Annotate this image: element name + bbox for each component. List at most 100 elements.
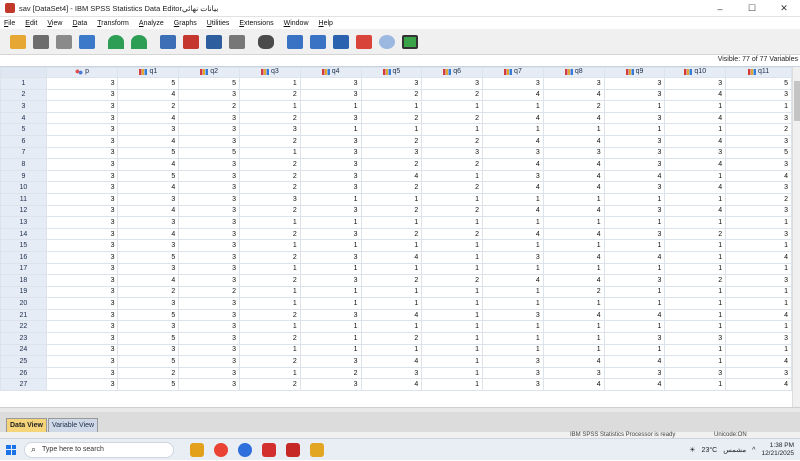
data-cell[interactable]: 4 xyxy=(482,227,544,241)
data-cell[interactable]: 4 xyxy=(542,274,605,287)
data-cell[interactable]: 3 xyxy=(421,77,484,90)
data-cell[interactable]: 4 xyxy=(542,158,605,171)
data-cell[interactable]: 4 xyxy=(603,378,666,392)
data-cell[interactable]: 2 xyxy=(239,169,301,183)
insert-variable-icon[interactable] xyxy=(308,32,328,52)
data-cell[interactable]: 2 xyxy=(725,123,792,136)
redo-icon[interactable] xyxy=(129,32,149,52)
data-cell[interactable]: 4 xyxy=(542,111,605,125)
data-cell[interactable]: 1 xyxy=(239,366,301,380)
goto-variable-icon[interactable] xyxy=(181,32,201,52)
data-cell[interactable]: 2 xyxy=(360,158,423,171)
data-cell[interactable]: 1 xyxy=(421,262,484,276)
run-descriptives-icon[interactable] xyxy=(227,32,247,52)
data-cell[interactable]: 4 xyxy=(542,355,605,368)
row-number[interactable]: 11 xyxy=(0,192,47,206)
data-cell[interactable]: 3 xyxy=(178,378,240,392)
column-header-q8[interactable]: q8 xyxy=(542,67,605,78)
data-cell[interactable]: 4 xyxy=(117,134,180,148)
data-cell[interactable]: 1 xyxy=(299,239,362,252)
data-cell[interactable]: 1 xyxy=(664,192,727,206)
data-cell[interactable]: 2 xyxy=(542,285,605,299)
data-cell[interactable]: 1 xyxy=(299,100,362,113)
data-cell[interactable]: 1 xyxy=(360,343,423,357)
data-cell[interactable]: 1 xyxy=(299,343,362,357)
data-cell[interactable]: 2 xyxy=(239,111,301,125)
data-cell[interactable]: 3 xyxy=(178,134,240,148)
data-cell[interactable]: 1 xyxy=(664,355,727,368)
data-cell[interactable]: 2 xyxy=(421,204,484,218)
open-folder-icon[interactable] xyxy=(8,32,28,52)
data-cell[interactable]: 2 xyxy=(239,227,301,241)
data-cell[interactable]: 3 xyxy=(45,320,119,334)
data-cell[interactable]: 1 xyxy=(542,320,605,334)
row-number[interactable]: 21 xyxy=(0,308,47,322)
data-cell[interactable]: 3 xyxy=(299,378,362,392)
data-cell[interactable]: 1 xyxy=(603,320,666,334)
data-cell[interactable]: 1 xyxy=(421,192,484,206)
data-cell[interactable]: 1 xyxy=(482,285,544,299)
data-cell[interactable]: 1 xyxy=(482,192,544,206)
data-cell[interactable]: 4 xyxy=(725,169,792,183)
data-cell[interactable]: 5 xyxy=(117,332,180,345)
data-cell[interactable]: 1 xyxy=(664,216,727,229)
data-cell[interactable]: 4 xyxy=(482,158,544,171)
data-cell[interactable]: 3 xyxy=(45,134,119,148)
data-cell[interactable]: 3 xyxy=(239,123,301,136)
chevron-up-icon[interactable]: ^ xyxy=(752,447,755,454)
data-cell[interactable]: 1 xyxy=(664,123,727,136)
data-cell[interactable]: 3 xyxy=(360,146,423,160)
data-cell[interactable]: 1 xyxy=(482,320,544,334)
menu-analyze[interactable]: Analyze xyxy=(139,20,164,27)
data-cell[interactable]: 3 xyxy=(45,308,119,322)
row-number[interactable]: 26 xyxy=(0,366,47,380)
chrome-icon[interactable] xyxy=(214,442,228,457)
data-cell[interactable]: 3 xyxy=(45,274,119,287)
data-cell[interactable]: 4 xyxy=(603,250,666,264)
data-cell[interactable]: 3 xyxy=(178,192,240,206)
row-number[interactable]: 5 xyxy=(0,123,47,136)
data-cell[interactable]: 3 xyxy=(178,355,240,368)
column-header-q11[interactable]: q11 xyxy=(725,67,792,78)
data-cell[interactable]: 2 xyxy=(421,134,484,148)
data-cell[interactable]: 3 xyxy=(178,181,240,194)
data-cell[interactable]: 2 xyxy=(117,285,180,299)
column-header-p[interactable]: p xyxy=(45,67,119,78)
data-cell[interactable]: 3 xyxy=(482,146,544,160)
data-cell[interactable]: 3 xyxy=(299,158,362,171)
menu-window[interactable]: Window xyxy=(284,20,309,27)
data-cell[interactable]: 1 xyxy=(360,100,423,113)
data-cell[interactable]: 1 xyxy=(299,320,362,334)
data-cell[interactable]: 1 xyxy=(239,77,301,90)
data-cell[interactable]: 1 xyxy=(725,297,792,310)
row-number[interactable]: 15 xyxy=(0,239,47,252)
data-cell[interactable]: 3 xyxy=(45,216,119,229)
menu-graphs[interactable]: Graphs xyxy=(174,20,197,27)
data-cell[interactable]: 3 xyxy=(178,250,240,264)
data-cell[interactable]: 1 xyxy=(664,378,727,392)
data-cell[interactable]: 1 xyxy=(542,192,605,206)
data-cell[interactable]: 4 xyxy=(117,88,180,102)
column-header-q10[interactable]: q10 xyxy=(664,67,727,78)
save-icon[interactable] xyxy=(31,32,51,52)
data-cell[interactable]: 4 xyxy=(603,169,666,183)
data-cell[interactable]: 1 xyxy=(482,332,544,345)
data-cell[interactable]: 4 xyxy=(542,204,605,218)
data-cell[interactable]: 1 xyxy=(482,123,544,136)
data-cell[interactable]: 3 xyxy=(178,297,240,310)
data-cell[interactable]: 3 xyxy=(603,366,666,380)
variables-icon[interactable] xyxy=(204,32,224,52)
data-cell[interactable]: 4 xyxy=(542,250,605,264)
data-cell[interactable]: 5 xyxy=(117,355,180,368)
data-cell[interactable]: 3 xyxy=(482,77,544,90)
data-cell[interactable]: 1 xyxy=(542,262,605,276)
data-cell[interactable]: 3 xyxy=(45,146,119,160)
data-cell[interactable]: 2 xyxy=(664,227,727,241)
data-cell[interactable]: 3 xyxy=(45,355,119,368)
taskbar-search[interactable]: ⌕ Type here to search xyxy=(24,441,174,458)
data-cell[interactable]: 2 xyxy=(178,100,240,113)
data-cell[interactable]: 4 xyxy=(360,355,423,368)
data-cell[interactable]: 3 xyxy=(45,239,119,252)
data-cell[interactable]: 4 xyxy=(542,378,605,392)
data-cell[interactable]: 2 xyxy=(421,111,484,125)
